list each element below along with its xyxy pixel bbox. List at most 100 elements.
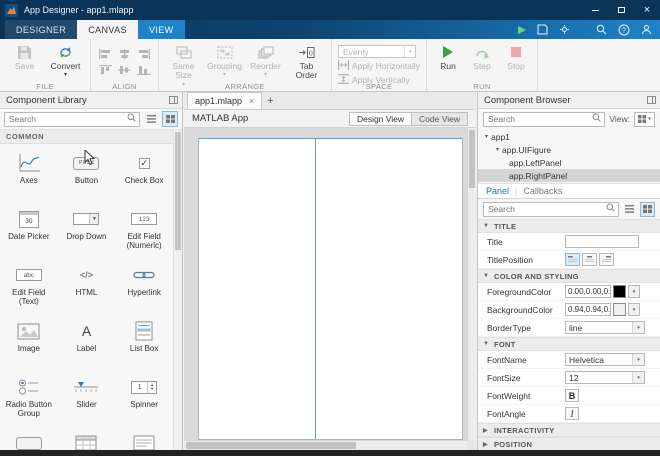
right-panel-region[interactable] (315, 139, 462, 439)
evenly-dropdown[interactable]: Evenly ▾ (338, 45, 416, 58)
panel-options-icon[interactable] (169, 96, 178, 104)
title-input[interactable] (565, 235, 639, 248)
step-button[interactable]: Step (467, 42, 497, 71)
stop-button[interactable]: Stop (501, 42, 531, 71)
component-list-box[interactable]: List Box (115, 315, 173, 371)
group-by-category-button[interactable] (640, 201, 655, 217)
fontsize-select[interactable]: 12 ▾ (565, 371, 645, 384)
section-color-and-styling[interactable]: ▼ COLOR AND STYLING (478, 269, 660, 283)
component-check-box[interactable]: ✓ Check Box (115, 147, 173, 203)
tab-callbacks[interactable]: Callbacks (523, 186, 562, 196)
help-icon[interactable]: ? (618, 24, 630, 36)
component-spinner[interactable]: 1 ▲ ▼ Spinner (115, 371, 173, 427)
canvas-horizontal-scrollbar[interactable] (184, 440, 467, 450)
component-text-area[interactable] (115, 427, 173, 450)
tab-close-icon[interactable]: × (249, 96, 254, 106)
align-top-icon[interactable] (97, 63, 114, 77)
foreground-dropdown-icon[interactable]: ▾ (628, 285, 640, 298)
library-search-input[interactable] (9, 114, 127, 124)
tab-order-button[interactable]: 0 Tab Order (288, 42, 325, 81)
section-interactivity[interactable]: ▶ INTERACTIVITY (478, 423, 660, 437)
bordertype-select[interactable]: line ▾ (565, 321, 645, 334)
foreground-swatch[interactable] (613, 285, 626, 298)
canvas-vscroll-thumb[interactable] (469, 130, 475, 188)
bold-button[interactable]: B (565, 389, 579, 402)
align-center-icon[interactable] (116, 47, 133, 61)
align-middle-icon[interactable] (116, 63, 133, 77)
apply-horizontally-button[interactable]: Apply Horizontally (338, 60, 420, 72)
component-edit-field-text[interactable]: abc Edit Field (Text) (0, 259, 58, 315)
grouping-button[interactable]: Grouping ▾ (206, 42, 243, 78)
foreground-value[interactable]: 0.00,0.00,0.00 (565, 285, 611, 298)
library-scrollbar-thumb[interactable] (175, 132, 181, 250)
profile-icon[interactable] (641, 24, 652, 35)
library-section-common[interactable]: COMMON (0, 130, 182, 144)
search-docs-icon[interactable] (596, 24, 607, 35)
uifigure-canvas[interactable] (198, 138, 463, 440)
inspector-search-input[interactable] (488, 204, 606, 214)
save-button[interactable]: Save (6, 42, 43, 71)
component-image[interactable]: Image (0, 315, 58, 371)
canvas-hscroll-thumb[interactable] (186, 442, 356, 449)
component-label[interactable]: A Label (58, 315, 116, 371)
tree-expand-icon[interactable]: ▾ (482, 133, 491, 140)
minimize-button[interactable] (582, 0, 608, 20)
quick-save-icon[interactable] (537, 24, 548, 35)
list-view-button[interactable] (143, 111, 159, 127)
section-position[interactable]: ▶ POSITION (478, 437, 660, 450)
tab-designer[interactable]: DESIGNER (5, 20, 78, 39)
section-font[interactable]: ▼ FONT (478, 337, 660, 351)
convert-button[interactable]: Convert ▾ (47, 42, 84, 78)
sort-list-button[interactable] (622, 202, 637, 217)
background-value[interactable]: 0.94,0.94,0.94 (565, 303, 611, 316)
component-slider[interactable]: Slider (58, 371, 116, 427)
titleposition-left-button[interactable] (565, 253, 580, 266)
component-state-button[interactable] (0, 427, 58, 450)
document-tab-app1[interactable]: app1.mlapp × (187, 92, 263, 109)
titleposition-right-button[interactable] (599, 253, 614, 266)
library-scrollbar[interactable] (173, 130, 182, 450)
tree-node-leftpanel[interactable]: app.LeftPanel (478, 156, 660, 169)
component-html[interactable]: </> HTML (58, 259, 116, 315)
tree-node-app1[interactable]: ▾ app1 (478, 130, 660, 143)
reorder-button[interactable]: Reorder ▾ (247, 42, 284, 78)
component-axes[interactable]: Axes (0, 147, 58, 203)
component-radio-button-group[interactable]: Radio Button Group (0, 371, 58, 427)
quick-run-icon[interactable] (518, 25, 526, 34)
align-right-icon[interactable] (135, 47, 152, 61)
fontname-select[interactable]: Helvetica ▾ (565, 353, 645, 366)
component-edit-field-numeric[interactable]: 123 Edit Field (Numeric) (115, 203, 173, 259)
canvas-vertical-scrollbar[interactable] (467, 128, 476, 440)
tab-panel[interactable]: Panel (486, 186, 509, 196)
component-button[interactable]: PUSH Button (58, 147, 116, 203)
align-left-icon[interactable] (97, 47, 114, 61)
align-bottom-icon[interactable] (135, 63, 152, 77)
tab-view[interactable]: VIEW (137, 20, 185, 39)
left-panel-region[interactable] (199, 139, 315, 439)
titleposition-center-button[interactable] (582, 253, 597, 266)
component-drop-down[interactable]: ▼ Drop Down (58, 203, 116, 259)
italic-button[interactable]: I (565, 407, 579, 420)
browser-view-button[interactable]: ▾ (634, 111, 655, 127)
design-view-button[interactable]: Design View (348, 111, 413, 126)
code-view-button[interactable]: Code View (412, 111, 468, 126)
browser-search-input[interactable] (488, 114, 593, 124)
same-size-button[interactable]: Same Size ▾ (165, 42, 202, 88)
section-title[interactable]: ▼ TITLE (478, 219, 660, 233)
tree-node-uifigure[interactable]: ▾ app.UIFigure (478, 143, 660, 156)
background-dropdown-icon[interactable]: ▾ (628, 303, 640, 316)
run-button[interactable]: Run (433, 42, 463, 71)
tab-canvas[interactable]: CANVAS (77, 20, 138, 39)
close-button[interactable]: × (634, 0, 660, 20)
tree-expand-icon[interactable]: ▾ (493, 146, 502, 153)
background-swatch[interactable] (613, 303, 626, 316)
component-hyperlink[interactable]: Hyperlink (115, 259, 173, 315)
quick-settings-icon[interactable] (559, 24, 570, 35)
new-tab-button[interactable]: + (262, 93, 278, 109)
component-table[interactable] (58, 427, 116, 450)
browser-options-icon[interactable] (647, 96, 656, 104)
grid-view-button[interactable] (162, 111, 178, 127)
maximize-button[interactable] (608, 0, 634, 20)
tree-node-rightpanel[interactable]: app.RightPanel (478, 169, 660, 182)
component-date-picker[interactable]: 30 Date Picker (0, 203, 58, 259)
